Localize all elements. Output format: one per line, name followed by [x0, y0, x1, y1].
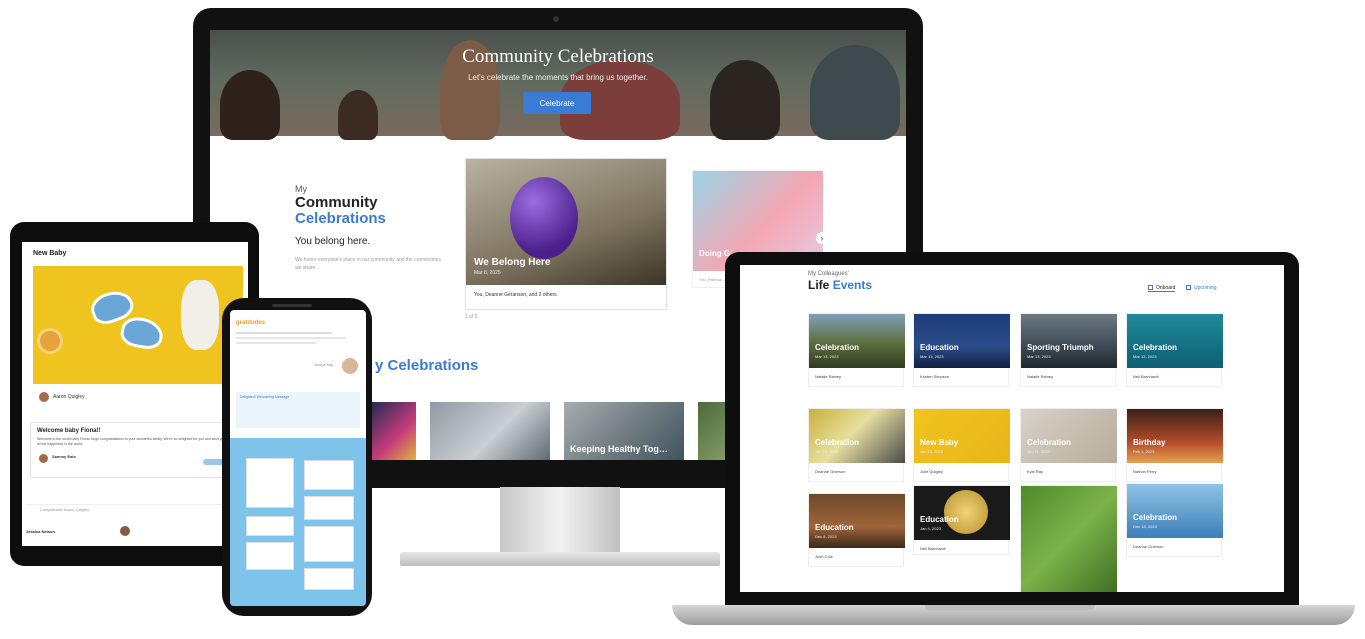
laptop-screen: My Colleagues' Life Events Onboard Upcom…	[740, 265, 1284, 592]
avatar	[39, 392, 49, 402]
hero-subtitle: Let's celebrate the moments that bring u…	[468, 73, 648, 82]
section-description: We honor everyone's place in our communi…	[295, 257, 441, 271]
baby-post-image	[33, 266, 243, 384]
life-event-card[interactable]: Celebration Mar 13, 2023 Natalie Rainey	[808, 313, 905, 387]
csm-badge-icon	[944, 490, 988, 534]
tablet-page-title: New Baby	[33, 250, 67, 257]
life-event-card[interactable]: Celebration Dec 18, 2023 Deanne Grierson	[1126, 483, 1223, 557]
post-author[interactable]: Aaron Quigley	[53, 394, 85, 400]
calendar-icon	[1148, 285, 1153, 291]
celebration-tile[interactable]: Keeping Healthy Tog…	[564, 402, 684, 460]
featured-card-date: Mar 8, 2025	[474, 270, 501, 276]
gratitudes-logo: gratitudes	[236, 320, 266, 326]
monitor-stand	[500, 487, 620, 557]
notes-panel	[230, 438, 366, 606]
balloon-image	[510, 177, 578, 259]
section-tagline: You belong here.	[295, 236, 371, 247]
section-title: Life Events	[808, 278, 873, 292]
phone-screen: gratitudes Sonya Kay Delighted! Welcomin…	[230, 310, 366, 606]
celebration-tile[interactable]	[370, 402, 416, 460]
sender-name: Sammy Eats	[52, 454, 76, 459]
section-title-community: Community	[295, 194, 378, 211]
life-event-card[interactable]: New Baby Jan 10, 2023 Julie Quigley	[913, 408, 1010, 482]
comment-input[interactable]: Congratulate Aaron Quigley	[26, 504, 244, 514]
avatar	[39, 454, 48, 463]
life-event-card[interactable]: Celebration Jan 11, 2023 Kyle Ray	[1020, 408, 1117, 482]
note-card	[304, 460, 354, 490]
avatar	[120, 526, 130, 536]
message-box: Delighted! Welcoming Message	[236, 392, 360, 428]
note-card	[304, 526, 354, 562]
life-event-card[interactable]	[1020, 485, 1117, 592]
hero-banner: Community Celebrations Let's celebrate t…	[210, 30, 906, 140]
section-title-celebrations: Celebrations	[295, 210, 386, 227]
welcome-text: Welcome to the world baby Fiona! Huge co…	[37, 437, 237, 446]
second-card-people: You, Patricia…	[699, 277, 726, 282]
featured-card-people: You, Deanne Geranson, and 2 others	[474, 292, 557, 298]
life-event-card[interactable]: Sporting Triumph Mar 13, 2023 Natalie Rain…	[1020, 313, 1117, 387]
calendar-icon	[1186, 285, 1191, 291]
baby-shoe-icon	[118, 314, 166, 352]
note-card	[246, 516, 294, 536]
life-event-card[interactable]: Celebration Jan 10, 2023 Deanne Grierson	[808, 408, 905, 482]
celebrate-button[interactable]: Celebrate	[523, 92, 591, 114]
tab-upcoming[interactable]: Upcoming	[1186, 285, 1217, 291]
featured-card-title: We Belong Here	[474, 257, 551, 268]
phone-speaker	[272, 304, 312, 307]
life-event-card[interactable]: Birthday Feb 1, 2023 Nathan Perry	[1126, 408, 1223, 482]
monitor-base	[400, 552, 720, 566]
life-event-card[interactable]: Celebration Mar 13, 2023 Neil Barnhardt	[1126, 313, 1223, 387]
life-event-card[interactable]: Education Dec 8, 2023 Josh Cole	[808, 493, 905, 567]
signature: Sonya Kay	[314, 362, 334, 367]
monitor-camera-icon	[553, 16, 559, 22]
tab-onboard[interactable]: Onboard	[1148, 285, 1176, 292]
laptop-notch	[925, 605, 1095, 610]
section-prefix: My Colleagues'	[808, 271, 849, 277]
bunny-toy-icon	[181, 280, 219, 350]
tablet-screen: New Baby Aaron Quigley Welcome baby Fion…	[22, 242, 248, 546]
commenter-name: Jessica Nelson	[26, 529, 55, 534]
note-card	[246, 458, 294, 508]
toy-ring-icon	[37, 328, 63, 354]
avatar	[342, 358, 358, 374]
featured-card-image: We Belong Here Mar 8, 2025	[466, 159, 666, 285]
section2-title: y Celebrations	[375, 357, 479, 374]
note-card	[304, 496, 354, 520]
hero-title: Community Celebrations	[462, 46, 654, 67]
life-event-card[interactable]: Education Mar 13, 2023 Kristen Simpson	[913, 313, 1010, 387]
featured-celebration-card[interactable]: We Belong Here Mar 8, 2025 You, Deanne G…	[465, 158, 667, 310]
celebration-tile[interactable]	[430, 402, 550, 460]
carousel-pager: 1 of 5	[465, 314, 478, 320]
welcome-title: Welcome baby Fiona!!	[37, 428, 101, 434]
note-card	[304, 568, 354, 590]
welcome-message-card: Welcome baby Fiona!! Welcome to the worl…	[30, 422, 242, 478]
carousel-next-icon[interactable]: ›	[816, 232, 828, 244]
message-title: Delighted! Welcoming Message	[240, 395, 290, 399]
section-prefix: My	[295, 184, 307, 194]
note-card	[246, 542, 294, 570]
life-event-card[interactable]: Education Jan 4, 2023 Neil Barnhardt	[913, 485, 1010, 555]
